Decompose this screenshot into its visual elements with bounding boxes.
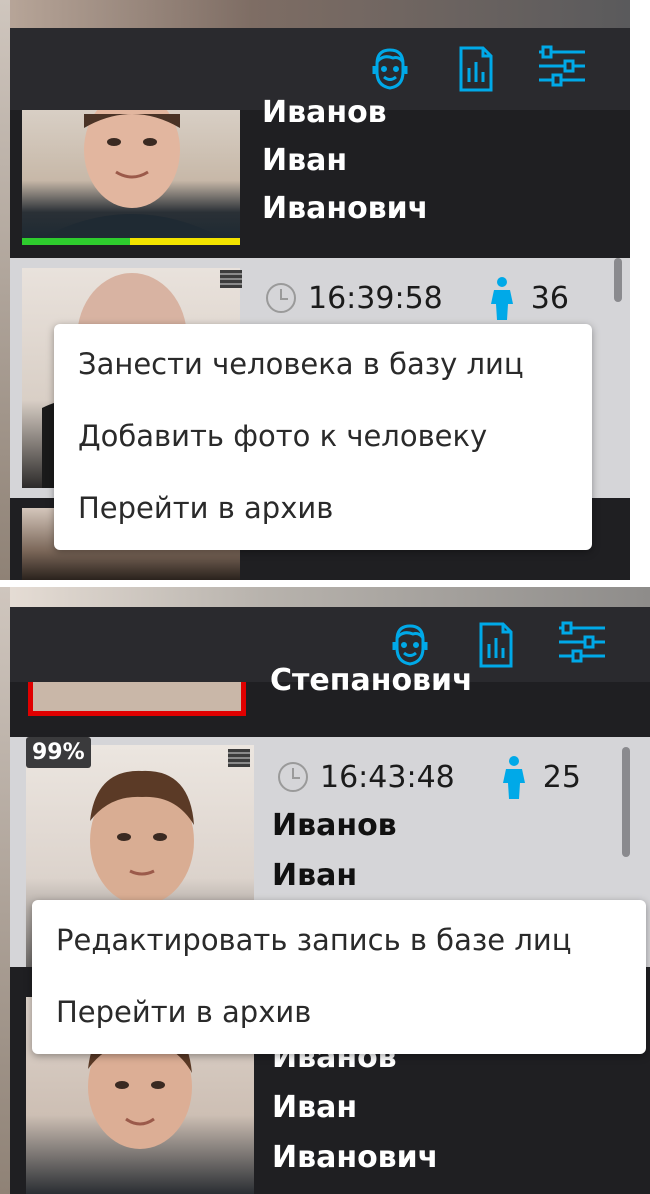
background-blur <box>0 0 630 30</box>
face-photo <box>22 110 240 238</box>
menu-item-add-photo[interactable]: Добавить фото к человеку <box>54 400 592 472</box>
person-icon <box>501 755 527 799</box>
person-count: 25 <box>542 759 581 795</box>
name-last: Иванов <box>262 95 387 130</box>
name-patronymic: Иванович <box>262 191 429 226</box>
top-screenshot-panel: Иванов Иван Иванович 16:39:58 36 Занести… <box>0 0 630 580</box>
context-menu: Редактировать запись в базе лиц Перейти … <box>32 900 646 1054</box>
scrollbar-thumb[interactable] <box>614 258 622 302</box>
name-first: Иван <box>262 143 348 178</box>
name-first: Иван <box>272 858 358 893</box>
clock-icon <box>266 283 296 313</box>
quality-bar-green <box>22 238 130 245</box>
event-time: 16:43:48 <box>320 759 455 795</box>
event-time: 16:39:58 <box>308 280 443 316</box>
clock-icon <box>278 762 308 792</box>
name-patronymic: Иванович <box>272 1140 439 1175</box>
face-photo <box>28 682 246 716</box>
match-entry[interactable]: Иванов Иван Иванович <box>10 95 630 258</box>
snapshot-icon <box>220 270 242 288</box>
scrollbar-thumb[interactable] <box>622 747 630 857</box>
bottom-screenshot-panel: Степанович 99% 16:43:48 25 Иванов Иван И… <box>0 587 650 1194</box>
report-icon[interactable] <box>448 41 504 97</box>
snapshot-icon <box>228 749 250 767</box>
settings-sliders-icon[interactable] <box>534 41 590 97</box>
quality-bar-yellow <box>130 238 240 245</box>
context-menu: Занести человека в базу лиц Добавить фот… <box>54 324 592 550</box>
name-patronymic: Степанович <box>270 663 473 698</box>
report-icon[interactable] <box>468 617 524 673</box>
person-icon <box>489 276 515 320</box>
name-last: Иванов <box>272 808 397 843</box>
background-strip <box>0 0 10 580</box>
menu-item-go-to-archive[interactable]: Перейти в архив <box>32 976 646 1048</box>
settings-sliders-icon[interactable] <box>554 617 610 673</box>
event-meta: 16:39:58 36 <box>266 276 569 320</box>
previous-entry[interactable]: Степанович <box>10 663 650 737</box>
person-count: 36 <box>530 280 569 316</box>
menu-item-edit-face-record[interactable]: Редактировать запись в базе лиц <box>32 904 646 976</box>
menu-item-add-to-face-db[interactable]: Занести человека в базу лиц <box>54 328 592 400</box>
background-strip <box>0 587 10 1194</box>
event-meta: 16:43:48 25 <box>278 755 581 799</box>
menu-item-go-to-archive[interactable]: Перейти в архив <box>54 472 592 544</box>
name-first: Иван <box>272 1090 358 1125</box>
confidence-badge: 99% <box>26 737 91 768</box>
